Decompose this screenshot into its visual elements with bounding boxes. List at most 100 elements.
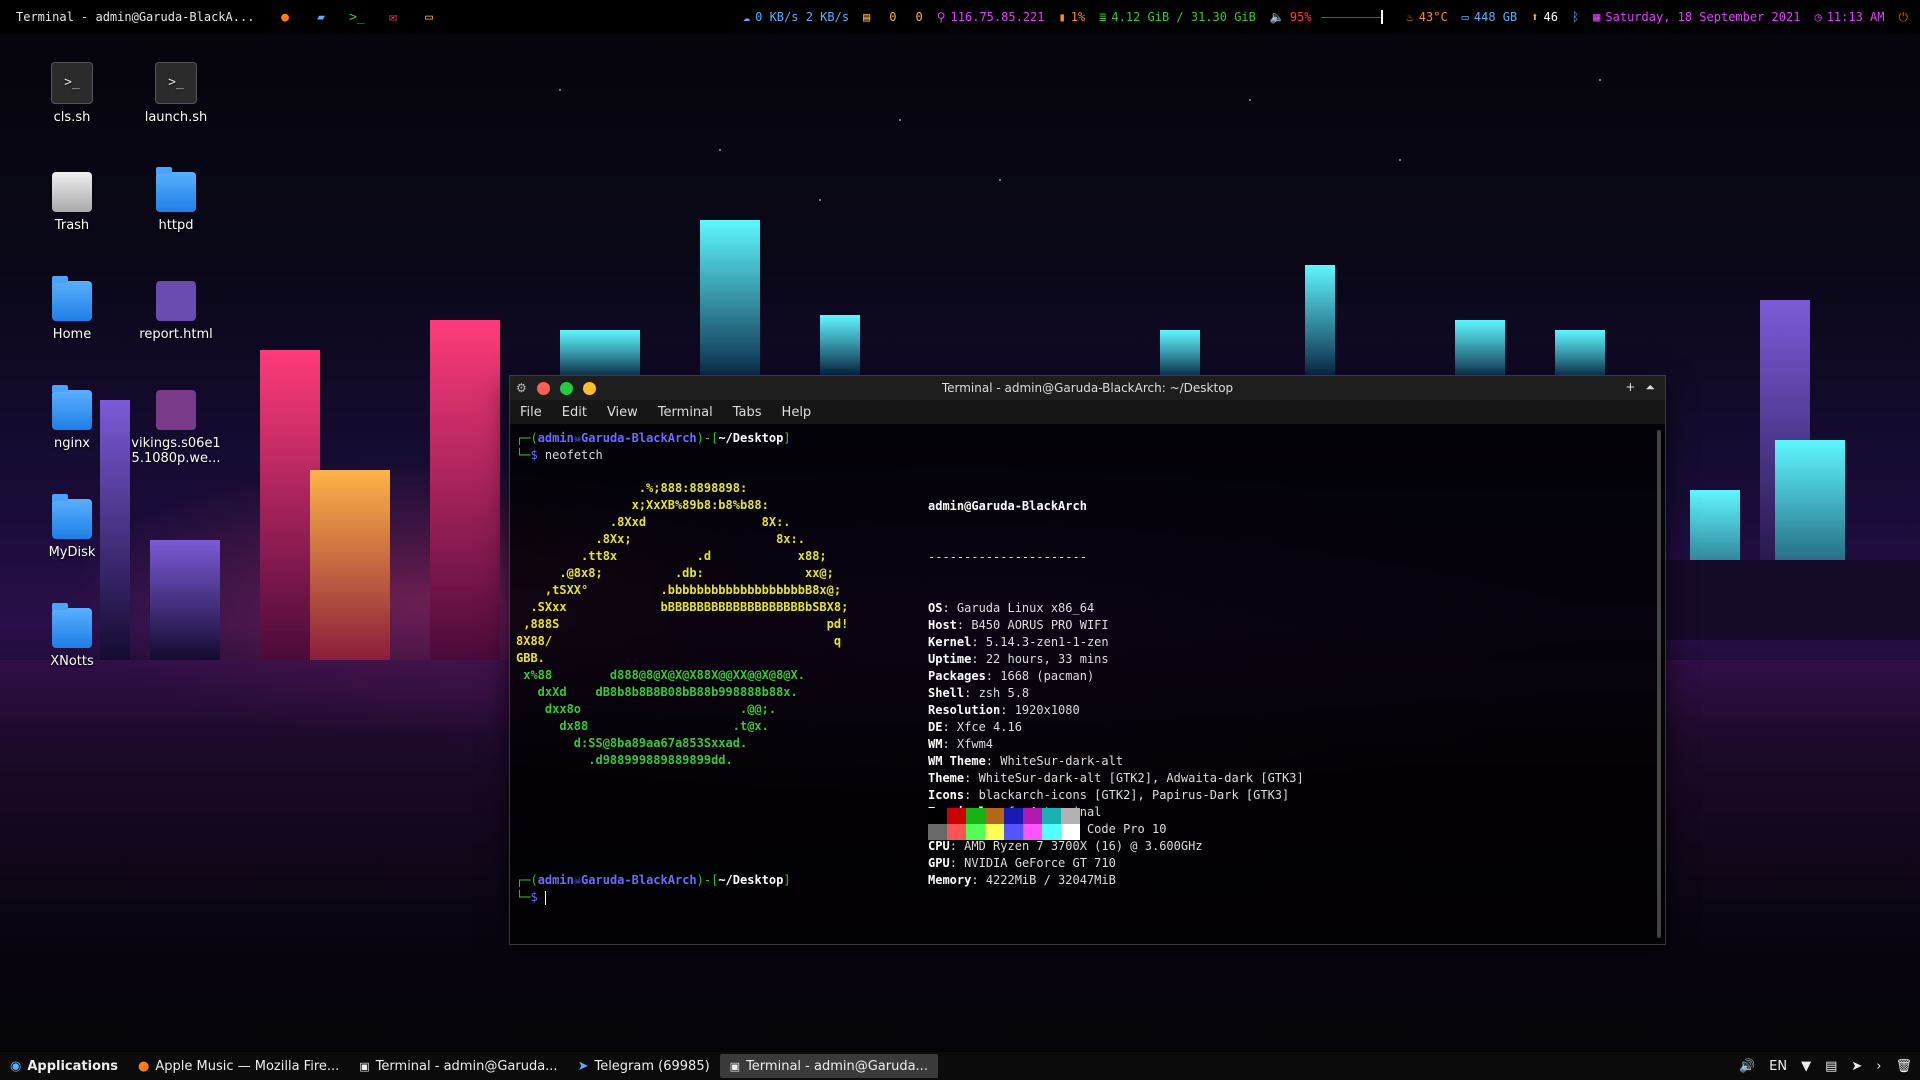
home-folder-icon [52, 276, 92, 321]
neofetch-key: GPU [928, 856, 950, 870]
terminal-launcher-icon[interactable]: >_ [348, 8, 366, 26]
task-terminal-1[interactable]: ▣ Terminal - admin@Garuda... [349, 1054, 567, 1078]
neofetch-value: 1668 (pacman) [1000, 669, 1095, 683]
bluetooth-icon[interactable]: ᛒ [1572, 10, 1579, 24]
volume-control[interactable]: 🔈 95% [1269, 9, 1383, 24]
desktop-icon-home[interactable]: Home [24, 276, 120, 342]
neofetch-info: admin@Garuda-BlackArch -----------------… [928, 464, 1304, 923]
palette-swatch [1004, 808, 1023, 824]
menu-tabs[interactable]: Tabs [733, 405, 762, 420]
folder-icon [156, 167, 196, 212]
ascii-line: .d988999889889899dd. [516, 753, 733, 767]
neofetch-row: Icons: blackarch-icons [GTK2], Papirus-D… [928, 788, 1290, 802]
taskbar: ◉ Applications ● Apple Music — Mozilla F… [0, 1052, 1920, 1080]
neofetch-row: Memory: 4222MiB / 32047MiB [928, 873, 1116, 887]
desktop-icon-mydisk[interactable]: MyDisk [24, 494, 120, 560]
mail-icon[interactable]: ✉ [384, 8, 402, 26]
garuda-logo-icon: ◉ [10, 1058, 22, 1074]
terminal-icon: ▣ [359, 1059, 370, 1073]
desktop-icon-xnotts[interactable]: XNotts [24, 603, 120, 669]
desktop-icon-nginx[interactable]: nginx [24, 385, 120, 451]
shade-icon[interactable]: ⏶ [1645, 380, 1655, 395]
monitor-icon[interactable]: ▭ [420, 8, 438, 26]
storage: ▭ 448 GB [1461, 10, 1518, 24]
active-window-title[interactable]: Terminal - admin@Garuda-BlackA... [16, 10, 256, 24]
palette-swatch [985, 808, 1004, 824]
neofetch-row: Uptime: 22 hours, 33 mins [928, 652, 1109, 666]
volume-icon[interactable]: 🔊 [1739, 1059, 1755, 1074]
terminal-scrollbar[interactable] [1657, 430, 1661, 938]
task-terminal-2[interactable]: ▣ Terminal - admin@Garuda... [719, 1054, 938, 1078]
pin-icon[interactable]: + [1625, 380, 1635, 395]
date[interactable]: ▦ Saturday, 18 September 2021 [1593, 10, 1800, 24]
neofetch-key: CPU [928, 839, 950, 853]
neofetch-key: Uptime [928, 652, 972, 666]
chevron-right-icon[interactable]: › [1876, 1059, 1881, 1074]
palette-swatch [1042, 824, 1061, 840]
ascii-line: ,888S pd! [516, 617, 849, 631]
terminal-titlebar[interactable]: ⚙ Terminal - admin@Garuda-BlackArch: ~/D… [510, 376, 1665, 400]
palette-swatch [966, 808, 985, 824]
desktop-icon-launch-sh[interactable]: >_ launch.sh [128, 62, 224, 125]
command-text: neofetch [544, 448, 603, 462]
neofetch-key: Host [928, 618, 957, 632]
terminal-output[interactable]: ┌─(admin☠Garuda-BlackArch)-[~/Desktop] └… [516, 430, 1651, 938]
clipboard-icon[interactable]: ▤ [1825, 1059, 1837, 1074]
clock[interactable]: ◷ 11:13 AM [1814, 10, 1884, 24]
menu-view[interactable]: View [607, 405, 638, 420]
menu-help[interactable]: Help [782, 405, 812, 420]
desktop-icon-vikings-video[interactable]: vikings.s06e1 5.1080p.we... [128, 390, 224, 466]
ascii-line: dxXd dB8b8b8B8B08bB88b998888b88x. [516, 685, 798, 699]
neofetch-row: DE: Xfce 4.16 [928, 720, 1022, 734]
temperature: ♨ 43°C [1406, 10, 1448, 24]
ascii-line: .SXxx bBBBBBBBBBBBBBBBBBBBbSBX8; [516, 600, 849, 614]
palette-swatch [985, 824, 1004, 840]
neofetch-value: WhiteSur-dark-alt [1000, 754, 1124, 768]
task-telegram[interactable]: ➤ Telegram (69985) [568, 1054, 720, 1078]
folder-icon [52, 494, 92, 539]
desktop-icon-trash[interactable]: Trash [24, 172, 120, 233]
neofetch-row: GPU: NVIDIA GeForce GT 710 [928, 856, 1116, 870]
neofetch-value: Xfwm4 [956, 737, 994, 751]
palette-swatch [1023, 808, 1042, 824]
location-pin-icon: ⚲ [936, 10, 946, 24]
panel-launchers: ● ▰ >_ ✉ ▭ [276, 8, 438, 26]
neofetch-value: WhiteSur-dark-alt [GTK2], Adwaita-dark [… [978, 771, 1304, 785]
task-firefox[interactable]: ● Apple Music — Mozilla Fire... [128, 1054, 349, 1078]
calendar-icon: ▦ [1593, 10, 1601, 24]
palette-swatch [1004, 824, 1023, 840]
applications-menu[interactable]: ◉ Applications [0, 1054, 128, 1078]
neofetch-value: Xfce 4.16 [956, 720, 1022, 734]
ascii-line: x;XxXB%89b8:b8%b88: [516, 498, 769, 512]
power-icon[interactable]: ⏻ [1899, 10, 1909, 25]
neofetch-key: WM Theme [928, 754, 986, 768]
prompt-line-2: ┌─(admin☠Garuda-BlackArch)-[~/Desktop] [516, 873, 791, 887]
neofetch-value: B450 AORUS PRO WIFI [971, 618, 1109, 632]
system-tray: 🔊 EN ▼ ▤ ➤ › 🗑 [1739, 1059, 1912, 1074]
desktop-icon-cls-sh[interactable]: >_ cls.sh [24, 62, 120, 125]
firefox-icon[interactable]: ● [276, 8, 294, 26]
menu-edit[interactable]: Edit [562, 405, 587, 420]
desktop-icon-httpd[interactable]: httpd [128, 167, 224, 233]
ascii-line: dxx8o .@@;. [516, 702, 777, 716]
menu-terminal[interactable]: Terminal [658, 405, 713, 420]
neofetch-key: Kernel [928, 635, 972, 649]
skull-icon: ☠ [573, 873, 582, 887]
neofetch-row: OS: Garuda Linux x86_64 [928, 601, 1095, 615]
file-manager-icon[interactable]: ▰ [312, 8, 330, 26]
speaker-icon: 🔈 [1269, 10, 1285, 24]
ascii-line: dx88 .t@x. [516, 719, 769, 733]
trash-tray-icon[interactable]: 🗑 [1895, 1059, 1912, 1074]
updates[interactable]: ⬆ 46 [1531, 10, 1558, 24]
terminal-script-icon: >_ [155, 62, 197, 104]
palette-swatch [966, 824, 985, 840]
firefox-icon: ● [138, 1058, 150, 1074]
palette-swatch [1023, 824, 1042, 840]
volume-slider[interactable] [1320, 9, 1383, 24]
desktop-icon-report-html[interactable]: report.html [128, 281, 224, 342]
terminal-window[interactable]: ⚙ Terminal - admin@Garuda-BlackArch: ~/D… [509, 375, 1666, 945]
language-indicator[interactable]: EN [1769, 1059, 1787, 1074]
menu-file[interactable]: File [520, 405, 542, 420]
telegram-tray-icon[interactable]: ➤ [1851, 1059, 1862, 1074]
wifi-icon[interactable]: ▼ [1801, 1059, 1811, 1074]
